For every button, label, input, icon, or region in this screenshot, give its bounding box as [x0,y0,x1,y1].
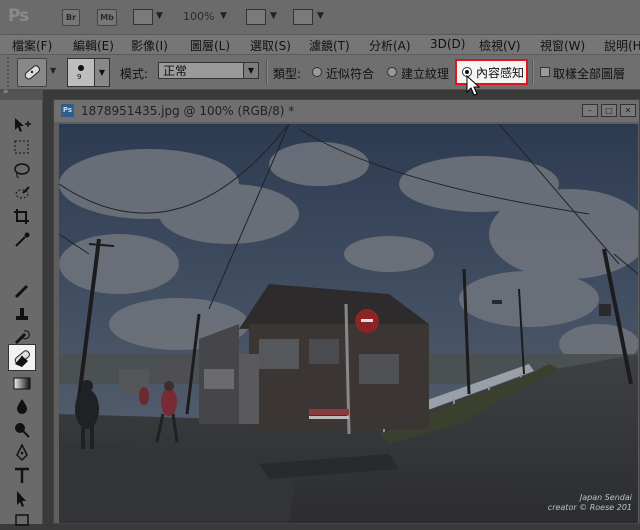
mouse-pointer-icon [466,75,480,96]
mode-dropdown-icon[interactable]: ▼ [243,63,258,78]
radio-proximity-label[interactable]: 近似符合 [326,65,374,82]
history-brush-icon [14,330,30,345]
brush-tool[interactable] [11,282,33,301]
quick-selection-tool[interactable] [11,184,33,203]
sample-all-layers-label[interactable]: 取樣全部圖層 [553,65,625,82]
type-icon [15,467,29,483]
zoom-level[interactable]: 100% [183,10,214,23]
tools-panel: » [0,87,43,526]
eyedropper-tool[interactable] [11,230,33,249]
zoom-dropdown-icon[interactable]: ▼ [220,11,227,21]
menu-window[interactable]: 視窗(W) [540,37,585,54]
marquee-icon [14,140,29,154]
mode-value: 正常 [163,64,188,78]
crop-icon [14,209,29,224]
stamp-icon [16,308,28,320]
clone-stamp-tool[interactable] [11,305,33,324]
dodge-icon [15,423,30,438]
shape-tool[interactable] [11,511,33,530]
radio-texture-label[interactable]: 建立紋理 [401,65,449,82]
brush-dropdown-icon[interactable]: ▼ [94,58,110,87]
gradient-icon [13,377,31,390]
collapse-icon[interactable]: » [3,87,9,97]
sample-all-layers-checkbox[interactable] [540,67,550,77]
eraser-icon [15,356,28,367]
menu-edit[interactable]: 編輯(E) [73,37,114,54]
screen-mode-icon[interactable] [293,9,313,25]
eraser-tool[interactable] [11,351,33,370]
chevron-down-icon[interactable]: ▼ [156,11,163,21]
pen-icon [16,443,28,462]
radio-content-aware-label[interactable]: 內容感知 [476,64,524,81]
tool-preset-picker[interactable] [17,58,47,87]
arrange-dropdown-icon[interactable]: ▼ [270,11,277,21]
watermark-credit: creator © Roese 201 [547,503,632,512]
type-label: 類型: [273,67,302,81]
maximize-button[interactable]: □ [601,104,617,117]
mode-label: 模式: [120,67,149,81]
move-tool[interactable] [11,115,33,134]
menu-filter[interactable]: 濾鏡(T) [309,37,350,54]
radio-create-texture[interactable] [387,67,397,77]
watermark-title: Japan Sendai [579,493,632,502]
document-icon: Ps [61,104,74,117]
tool-preset-dropdown-icon[interactable]: ▼ [50,66,56,75]
mode-select[interactable]: 正常 ▼ [158,62,259,79]
photoshop-logo: Ps [8,6,29,26]
type-tool[interactable] [11,466,33,485]
menu-analysis[interactable]: 分析(A) [369,37,411,54]
lasso-icon [14,163,30,179]
divider [532,60,534,84]
mini-bridge-button[interactable]: Mb [97,9,117,26]
brush-icon [14,284,29,299]
move-icon [15,118,31,132]
options-bar-grip[interactable] [7,57,13,87]
path-selection-tool[interactable] [11,489,33,508]
arrange-documents-icon[interactable] [246,9,266,25]
menu-help[interactable]: 說明(H) [604,37,640,54]
document-title: 1878951435.jpg @ 100% (RGB/8) * [81,104,295,118]
photo-watermark: Japan Sendai creator © Roese 201 [548,493,632,513]
tools-panel-header[interactable]: » [0,87,42,100]
menu-image[interactable]: 影像(I) [131,37,168,54]
options-bar: ▼ 9 ▼ 模式: 正常 ▼ 類型: 近似符合 建立紋理 取樣全部圖層 [0,55,640,90]
menu-3d[interactable]: 3D(D) [430,37,465,51]
quick-selection-icon [15,186,30,199]
menu-select[interactable]: 選取(S) [250,37,291,54]
dodge-tool[interactable] [11,420,33,439]
spot-healing-brush-icon [24,65,40,80]
blur-icon [17,399,27,414]
divider [266,60,268,84]
history-brush-tool[interactable] [11,328,33,347]
menu-bar: 檔案(F) 編輯(E) 影像(I) 圖層(L) 選取(S) 濾鏡(T) 分析(A… [0,35,640,55]
screen-mode-dropdown-icon[interactable]: ▼ [317,11,324,21]
pen-tool[interactable] [11,443,33,462]
street-photo [59,124,638,523]
document-tab[interactable]: Ps 1878951435.jpg @ 100% (RGB/8) * – □ ✕ [54,100,639,122]
menu-view[interactable]: 檢視(V) [479,37,521,54]
radio-proximity-match[interactable] [312,67,322,77]
close-button[interactable]: ✕ [620,104,636,117]
marquee-tool[interactable] [11,138,33,157]
document-canvas[interactable]: Japan Sendai creator © Roese 201 [59,124,638,523]
menu-layer[interactable]: 圖層(L) [190,37,230,54]
path-selection-icon [17,491,26,507]
bridge-button[interactable]: Br [62,9,80,26]
crop-tool[interactable] [11,207,33,226]
view-extras-icon[interactable] [133,9,153,25]
brush-size: 9 [77,73,82,81]
blur-tool[interactable] [11,397,33,416]
application-bar: Ps Br Mb ▼ 100% ▼ ▼ ▼ [0,0,640,35]
menu-file[interactable]: 檔案(F) [12,37,52,54]
document-window: Ps 1878951435.jpg @ 100% (RGB/8) * – □ ✕ [53,99,640,524]
lasso-tool[interactable] [11,161,33,180]
shape-icon [15,514,29,526]
minimize-button[interactable]: – [582,104,598,117]
eyedropper-icon [15,232,30,247]
gradient-tool[interactable] [11,374,33,393]
